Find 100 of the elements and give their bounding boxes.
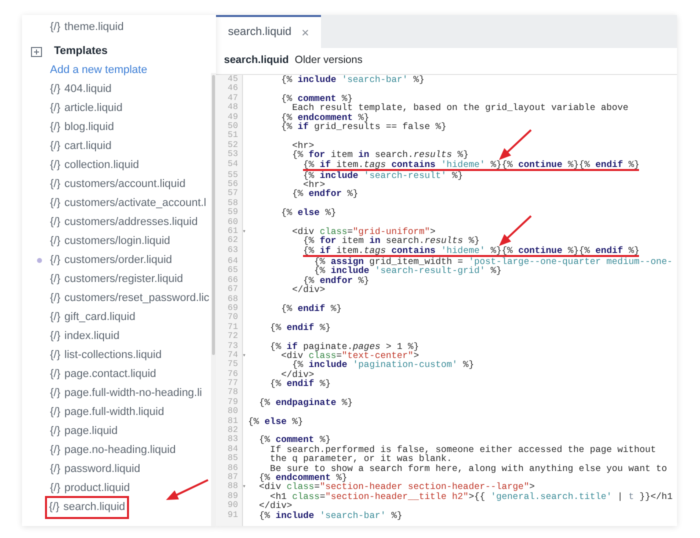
line-number: 78 [226,388,239,398]
line-number: 48 [226,103,239,113]
file-item[interactable]: {/} customers/reset_password.lic [50,289,210,308]
code-line: <div class="section-header section-header--large"> [258,482,535,492]
folder-title: Templates [54,44,108,59]
file-item[interactable]: {/} product.liquid [50,479,130,498]
code-line: {% include 'search-result-grid' %} [314,266,502,276]
arrow [498,215,532,246]
file-name: page.full-width-no-heading.li [64,386,202,401]
code-line: {% endfor %} [303,276,370,286]
code-line: the q parameter, or it was blank. [269,454,452,464]
line-number: 45 [226,75,239,84]
file-item[interactable]: {/} customers/account.liquid [50,175,186,194]
close-icon[interactable]: × [301,22,310,42]
file-item[interactable]: {/} page.no-heading.liquid [50,441,176,460]
code-line: {% include 'pagination-custom' %} [292,360,476,370]
code-line: {% if item.tags contains 'hideme' %}{% continue %}{% endif %} [248,246,677,258]
file-item[interactable]: {/} password.liquid [50,460,140,479]
file-item[interactable]: {/} collection.liquid [50,156,140,175]
line-number: 54 [226,160,239,171]
line-number: 67 [226,285,239,295]
code-file-icon: {/} [50,251,60,270]
code-line: {% else %} [280,208,338,218]
line-number: 50 [226,122,239,131]
editor-tab[interactable]: search.liquid × [216,15,322,48]
code-line: {% if item.tags contains 'hideme' %}{% continue %}{% endif %} [248,160,677,171]
file-name: password.liquid [64,462,140,477]
code-file-icon: {/} [50,80,60,99]
file-item[interactable]: {/} page.contact.liquid [50,365,156,384]
file-item[interactable]: {/} list-collections.liquid [50,346,162,365]
code-line: {% if paginate.pages > 1 %} [269,342,420,351]
line-number: 51 [226,131,239,141]
file-item[interactable]: {/} cart.liquid [50,137,112,156]
file-item[interactable]: {/} page.full-width-no-heading.li [50,384,202,403]
line-number: 76 [226,370,239,379]
file-item[interactable]: {/} customers/order.liquid [50,251,172,270]
code-line: {% endif %} [280,304,343,314]
file-item[interactable]: {/} 404.liquid [50,80,112,99]
file-item[interactable]: {/} page.liquid [50,422,118,441]
code-line: Each result template, based on the grid_layout variable above [292,103,630,113]
file-item[interactable]: {/} blog.liquid [50,118,114,137]
line-number: 52 [226,140,239,150]
line-number: 46 [226,84,239,94]
line-number: 57 [226,189,239,199]
code-line: {% for item in search.results %} [291,150,469,160]
code-line: {% endcomment %} [280,112,370,122]
code-line: Be sure to show a search form here, along with anything else you want to [270,464,668,473]
file-item[interactable]: {/} customers/addresses.liquid [50,213,198,232]
line-number: 55 [226,170,239,180]
file-name: blog.liquid [64,120,114,135]
file-name: page.contact.liquid [64,367,156,382]
file-name: 404.liquid [64,82,112,97]
code-file-icon: {/} [50,232,60,251]
file-item[interactable]: {/} customers/register.liquid [50,270,184,289]
code-line: <hr> [291,140,314,150]
line-number: 63 [226,246,239,257]
line-number: 90 [226,501,239,511]
arrow [498,128,532,160]
add-template-link[interactable]: Add a new template [50,61,148,80]
file-item[interactable]: {/} gift_card.liquid [50,308,136,327]
file-item[interactable]: {/} theme.liquid [50,18,124,37]
line-number: 64 [226,257,239,266]
code-file-icon: {/} [50,384,60,403]
scrollbar[interactable] [211,73,216,526]
older-versions-link[interactable]: Older versions [294,53,362,69]
line-number: 71 [226,322,239,332]
code-line: {% if grid_results == false %} [280,122,448,132]
code-file-icon: {/} [50,460,60,479]
file-name: article.liquid [64,101,122,116]
code-file-icon: {/} [49,498,60,517]
line-number: 62 [226,236,239,246]
line-number: 59 [226,208,239,218]
arrow [166,479,208,500]
file-name: product.liquid [64,481,130,496]
file-name: customers/order.liquid [64,253,172,268]
code-line: {% endif %} [269,379,332,388]
line-number: 72 [226,332,239,342]
code-line: </div> [281,370,316,380]
code-line: <h1 class="section-header__title h2">{{ 'general.search.title' | t }}</h1 [270,492,674,502]
line-number: 80 [226,407,239,417]
file-name: page.liquid [64,424,118,439]
code-line: {% include 'search-result' %} [302,170,464,180]
code-file-icon: {/} [50,99,60,118]
file-item[interactable]: {/} search.liquid [47,498,128,517]
file-item[interactable]: {/} index.liquid [50,327,120,346]
code-file-icon: {/} [50,289,60,308]
file-name: customers/login.liquid [64,234,170,249]
line-number: 81 [226,416,239,426]
code-line: </div> [291,285,326,295]
code-line: <div class="text-center"> [281,350,419,360]
line-number: 83 [226,435,239,445]
file-name: page.full-width.liquid [64,405,164,420]
line-number: 91 [226,510,239,520]
line-number: 47 [226,94,239,103]
file-item[interactable]: {/} customers/activate_account.l [50,194,206,213]
line-number: 84 [226,444,239,454]
code-line: {% else %} [248,416,304,426]
file-item[interactable]: {/} article.liquid [50,99,122,118]
file-item[interactable]: {/} customers/login.liquid [50,232,170,251]
file-item[interactable]: {/} page.full-width.liquid [50,403,164,422]
